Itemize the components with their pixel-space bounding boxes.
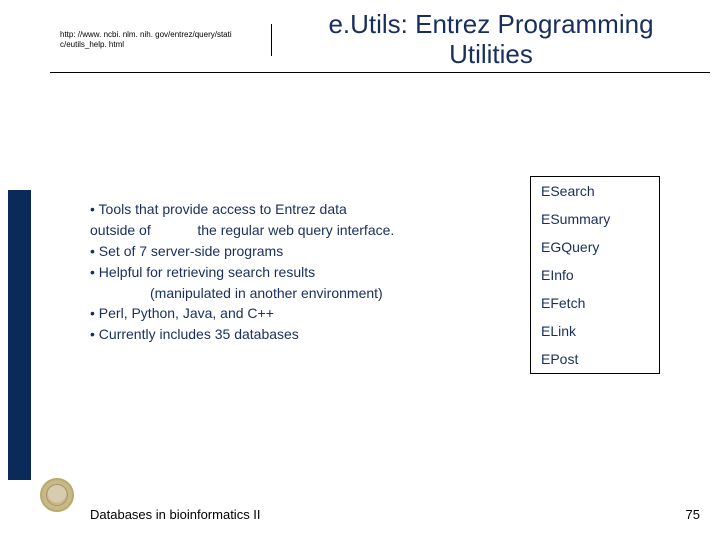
bullet-5: • Currently includes 35 databases — [90, 325, 520, 344]
source-url: http: //www. ncbi. nlm. nih. gov/entrez/… — [50, 24, 272, 56]
utilities-item: ESearch — [531, 177, 659, 205]
utilities-list: ESearch ESummary EGQuery EInfo EFetch EL… — [530, 176, 660, 374]
bullet-1b: outside of the regular web query interfa… — [90, 221, 520, 240]
bullet-3-sub: (manipulated in another environment) — [90, 284, 520, 303]
brand-strip — [8, 190, 31, 480]
utilities-item: ELink — [531, 317, 659, 345]
utilities-item: EFetch — [531, 289, 659, 317]
utilities-item: EPost — [531, 345, 659, 373]
bullet-3: • Helpful for retrieving search results — [90, 263, 520, 282]
footer-text: Databases in bioinformatics II — [90, 507, 261, 522]
left-brand-band — [0, 0, 50, 540]
slide-title: e.Utils: Entrez Programming Utilities — [292, 10, 690, 70]
header-divider — [50, 72, 710, 73]
utilities-item: EInfo — [531, 261, 659, 289]
bullet-1a: • Tools that provide access to Entrez da… — [90, 200, 520, 219]
slide: http: //www. ncbi. nlm. nih. gov/entrez/… — [0, 0, 720, 540]
university-seal-icon — [40, 478, 74, 512]
bullet-4: • Perl, Python, Java, and C++ — [90, 304, 520, 323]
utilities-item: EGQuery — [531, 233, 659, 261]
body-text: • Tools that provide access to Entrez da… — [90, 200, 520, 346]
bullet-2: • Set of 7 server-side programs — [90, 242, 520, 261]
utilities-item: ESummary — [531, 205, 659, 233]
title-box: e.Utils: Entrez Programming Utilities — [272, 10, 710, 70]
header: http: //www. ncbi. nlm. nih. gov/entrez/… — [50, 10, 710, 70]
page-number: 75 — [686, 507, 700, 522]
